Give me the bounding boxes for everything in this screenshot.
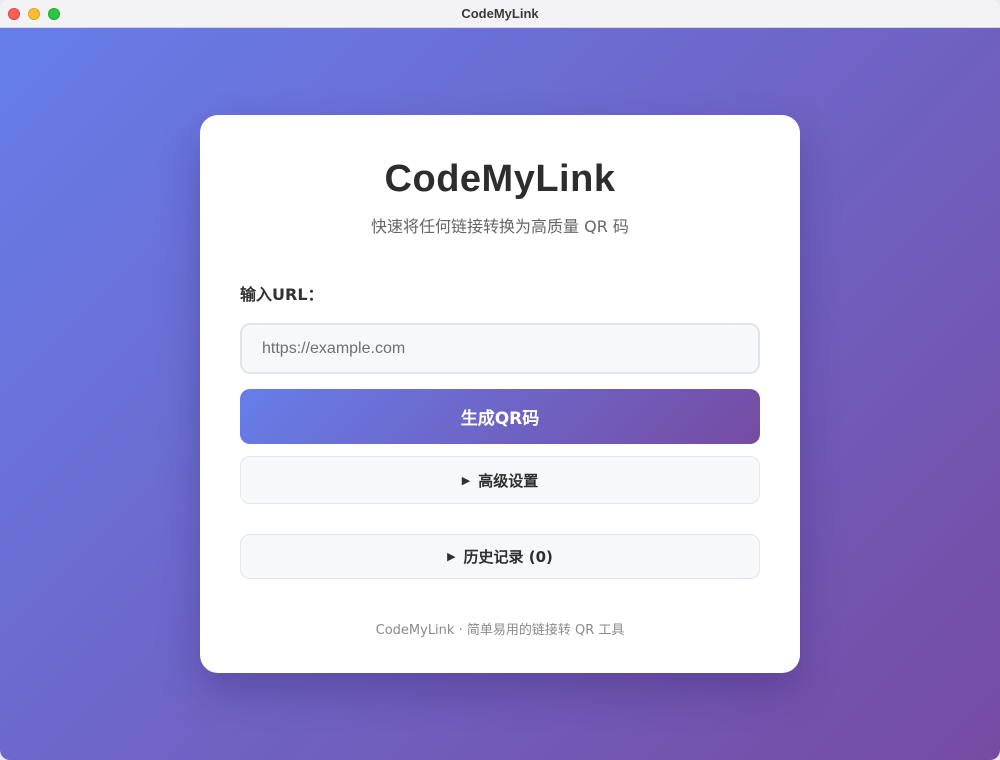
window-title: CodeMyLink [461,6,539,21]
history-toggle[interactable]: ▶ 历史记录 (0) [240,534,760,579]
close-window-button[interactable] [8,8,20,20]
triangle-right-icon: ▶ [461,473,471,487]
footer-text: CodeMyLink · 简单易用的链接转 QR 工具 [375,623,625,638]
minimize-window-button[interactable] [28,8,40,20]
maximize-window-button[interactable] [48,8,60,20]
advanced-settings-toggle[interactable]: ▶ 高级设置 [240,456,760,504]
title-bar: CodeMyLink [0,0,1000,28]
app-title: CodeMyLink [384,158,616,200]
generate-qr-button-label: 生成QR码 [460,409,540,429]
window-controls [8,8,60,20]
url-input[interactable] [240,323,760,374]
advanced-settings-label: 高级设置 [478,471,539,490]
history-label: 历史记录 (0) [463,548,553,566]
gradient-background: CodeMyLink 快速将任何链接转换为高质量 QR 码 输入URL： 生成Q… [0,28,1000,760]
app-subtitle: 快速将任何链接转换为高质量 QR 码 [371,217,629,236]
triangle-right-icon: ▶ [447,550,456,563]
generate-qr-button[interactable]: 生成QR码 [240,389,760,444]
main-card: CodeMyLink 快速将任何链接转换为高质量 QR 码 输入URL： 生成Q… [200,115,800,673]
app-window: CodeMyLink CodeMyLink 快速将任何链接转换为高质量 QR 码… [0,0,1000,760]
url-label: 输入URL： [240,285,324,304]
